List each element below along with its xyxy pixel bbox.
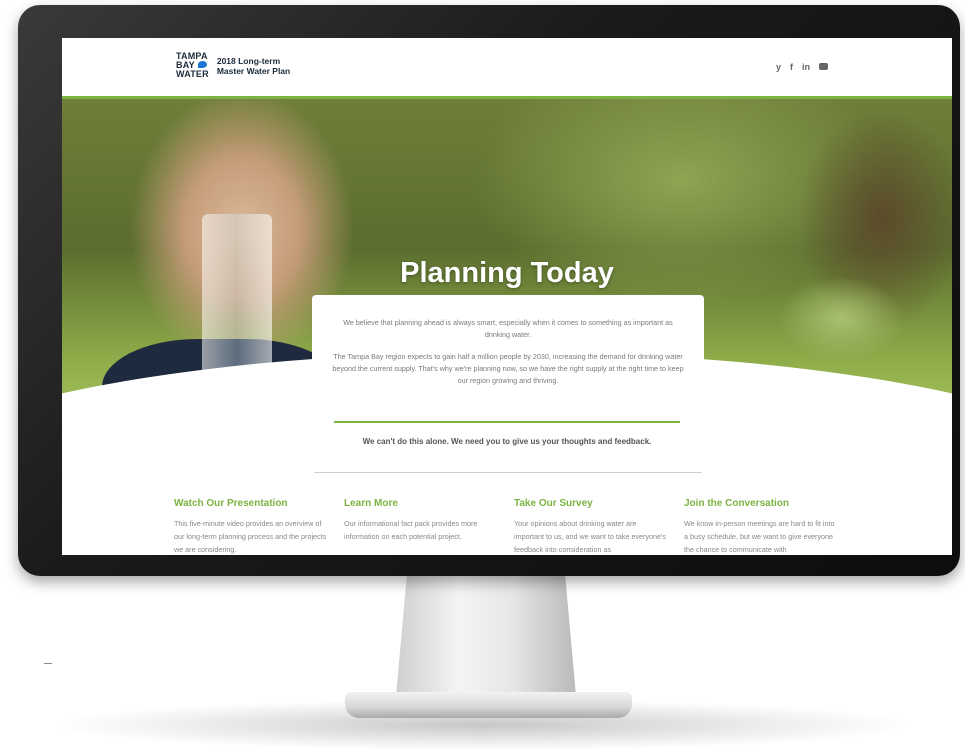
logo-title-line-2: Master Water Plan <box>216 65 291 76</box>
social-links: y f in <box>776 62 828 72</box>
monitor-stand <box>396 576 576 696</box>
column-text-survey: Your opinions about drinking water are i… <box>514 519 666 554</box>
facebook-icon[interactable]: f <box>790 62 793 72</box>
column-text-conversation: We know in-person meetings are hard to f… <box>684 519 835 554</box>
decorative-dash <box>44 663 52 664</box>
column-heading-conversation[interactable]: Join the Conversation <box>684 498 838 510</box>
column-heading-presentation[interactable]: Watch Our Presentation <box>174 498 328 510</box>
intro-paragraph-1: We believe that planning ahead is always… <box>343 318 673 339</box>
youtube-icon[interactable] <box>819 63 828 70</box>
water-drop-icon <box>198 61 207 68</box>
site-header: TAMPA BAY WATER 2018 Long-term Master Wa… <box>62 38 952 99</box>
green-divider <box>334 421 680 423</box>
column-text-learn-more: Our informational fact pack provides mor… <box>344 519 478 541</box>
tampa-bay-water-logo: TAMPA BAY WATER <box>176 52 209 79</box>
feedback-call-to-action: We can't do this alone. We need you to g… <box>362 437 652 446</box>
column-heading-learn-more[interactable]: Learn More <box>344 498 498 510</box>
column-text-presentation: This five-minute video provides an overv… <box>174 519 327 554</box>
column-survey: Take Our Survey Your opinions about drin… <box>514 498 668 555</box>
intro-paragraph-2: The Tampa Bay region expects to gain hal… <box>332 352 684 385</box>
logo-plan-title: 2018 Long-term Master Water Plan <box>217 56 290 76</box>
section-divider <box>314 472 702 473</box>
feature-columns: Watch Our Presentation This five-minute … <box>174 498 874 555</box>
site-logo[interactable]: TAMPA BAY WATER 2018 Long-term Master Wa… <box>176 52 290 79</box>
monitor-base <box>345 692 632 718</box>
intro-card: We believe that planning ahead is always… <box>312 295 704 415</box>
hero-title: Planning Today <box>400 257 614 289</box>
column-heading-survey[interactable]: Take Our Survey <box>514 498 668 510</box>
linkedin-icon[interactable]: in <box>802 62 810 72</box>
logo-line-3: WATER <box>176 69 209 79</box>
column-learn-more: Learn More Our informational fact pack p… <box>344 498 498 555</box>
monitor-frame: TAMPA BAY WATER 2018 Long-term Master Wa… <box>18 5 960 576</box>
twitter-icon[interactable]: y <box>776 62 781 72</box>
hero-photo-glass <box>202 214 272 374</box>
column-presentation: Watch Our Presentation This five-minute … <box>174 498 328 555</box>
column-conversation: Join the Conversation We know in-person … <box>684 498 838 555</box>
logo-title-line-1: 2018 Long-term <box>216 55 281 66</box>
website-screen: TAMPA BAY WATER 2018 Long-term Master Wa… <box>62 38 952 555</box>
